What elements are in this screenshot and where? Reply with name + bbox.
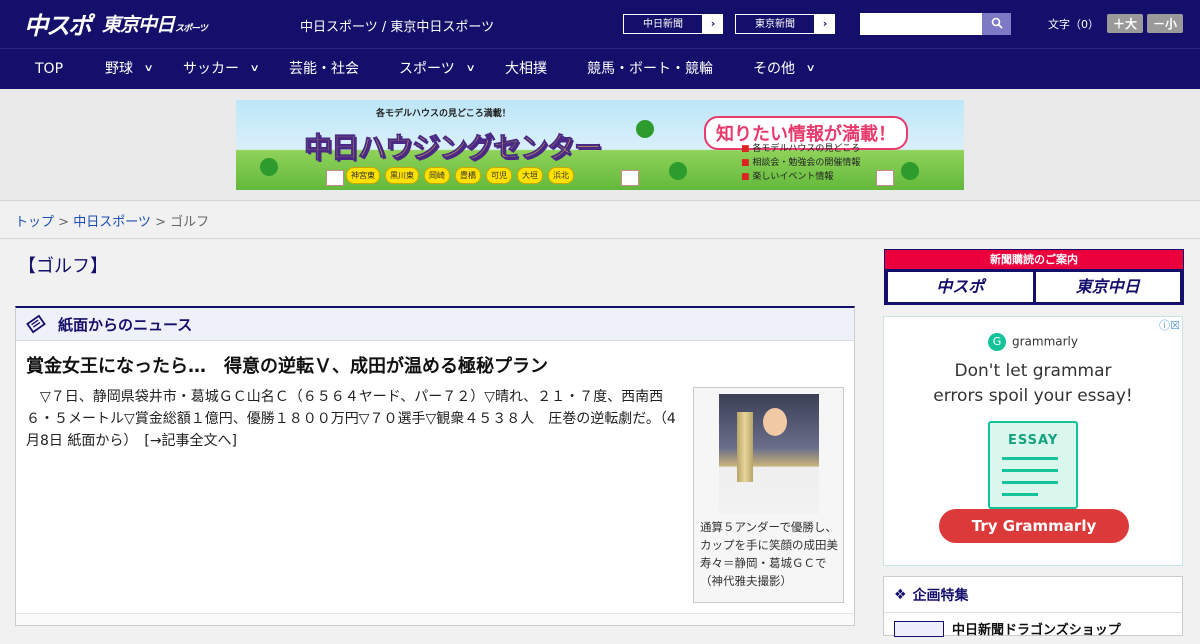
- tokyo-shimbun-link[interactable]: 東京新聞 ›: [734, 13, 836, 35]
- page-title: 【ゴルフ】: [18, 256, 108, 277]
- subscription-box: 新聞購読のご案内 中スポ 東京中日: [884, 249, 1184, 305]
- tree-icon: [260, 158, 278, 176]
- try-grammarly-button[interactable]: Try Grammarly: [939, 509, 1129, 543]
- subscribe-tokyo-chunichi-button[interactable]: 東京中日: [1035, 272, 1180, 302]
- ribbon-icon: ❖: [894, 586, 907, 603]
- house-icon: [326, 170, 344, 186]
- house-icon: [621, 170, 639, 186]
- grammarly-ad[interactable]: ⓘ☒ Ggrammarly Don't let grammar errors s…: [883, 316, 1183, 566]
- breadcrumb-chunichi-sports[interactable]: 中日スポーツ: [73, 215, 151, 230]
- nav-top[interactable]: TOP: [35, 49, 63, 89]
- chevron-down-icon: ∨: [465, 63, 476, 74]
- search-icon: [991, 17, 1003, 29]
- nav-keiba[interactable]: 競馬・ボート・競輪: [587, 49, 713, 89]
- breadcrumb: トップ > 中日スポーツ > ゴルフ: [15, 215, 210, 230]
- feature-title: 企画特集: [912, 587, 969, 604]
- ad-brand: grammarly: [1011, 334, 1078, 349]
- search-box: [860, 13, 1011, 35]
- site-header: 中スポ 東京中日スポーツ 中日スポーツ / 東京中日スポーツ 中日新聞 › 東京…: [0, 0, 1200, 48]
- photo-image: [719, 394, 819, 514]
- trophy-shape: [737, 412, 753, 482]
- font-size-label: 文字（0）: [1048, 17, 1099, 31]
- feature-thumbnail: [894, 620, 944, 637]
- banner-title: 中日ハウジングセンター: [303, 131, 602, 165]
- news-card-header: 紙面からのニュース: [16, 308, 854, 341]
- arrow-right-icon: ›: [703, 14, 723, 34]
- logo-tokyo-chunichi: 東京中日スポーツ: [102, 13, 208, 36]
- chunichi-shimbun-link[interactable]: 中日新聞 ›: [622, 13, 724, 35]
- nav-soccer[interactable]: サッカー ∨: [183, 49, 260, 89]
- header-title: 中日スポーツ / 東京中日スポーツ: [300, 20, 495, 35]
- news-card: 紙面からのニュース 賞金女王になったら… 得意の逆転Ｖ、成田が温める極秘プラン …: [15, 306, 855, 626]
- article-summary: ▽７日、静岡県袋井市・葛城ＧＣ山名Ｃ（６５６４ヤード、パー７２）▽晴れ、２１・７…: [26, 389, 676, 449]
- ad-close-icon[interactable]: ⓘ☒: [1159, 317, 1180, 333]
- breadcrumb-current: ゴルフ: [170, 215, 210, 230]
- newspaper-icon: [26, 314, 46, 334]
- article-headline[interactable]: 賞金女王になったら… 得意の逆転Ｖ、成田が温める極秘プラン: [26, 352, 548, 378]
- banner-list: 各モデルハウスの見どころ 相談会・勉強会の開催情報 楽しいイベント情報: [741, 142, 860, 184]
- banner-tagline: 各モデルハウスの見どころ満載！: [376, 109, 511, 119]
- breadcrumb-top[interactable]: トップ: [15, 215, 54, 230]
- read-more-link[interactable]: [→記事全文へ]: [144, 433, 237, 449]
- subscribe-chuspo-button[interactable]: 中スポ: [888, 272, 1033, 302]
- face-shape: [763, 408, 787, 436]
- grammarly-logo-icon: G: [987, 333, 1006, 351]
- news-card-footer: [16, 613, 854, 625]
- search-input[interactable]: [860, 13, 982, 35]
- arrow-right-icon: ›: [815, 14, 835, 34]
- tree-icon: [901, 162, 919, 180]
- article-photo[interactable]: 通算５アンダーで優勝し、カップを手に笑顔の成田美寿々＝静岡・葛城ＧＣで（神代雅夫…: [693, 387, 844, 603]
- feature-box: ❖ 企画特集 中日新聞ドラゴンズショップ: [883, 576, 1183, 638]
- tree-icon: [669, 162, 687, 180]
- nav-baseball[interactable]: 野球 ∨: [105, 49, 154, 89]
- tree-icon: [636, 120, 654, 138]
- font-size-control: 文字（0） ＋大 －小: [1048, 14, 1184, 33]
- feature-item[interactable]: 中日新聞ドラゴンズショップ: [884, 613, 1182, 644]
- nav-entertainment[interactable]: 芸能・社会: [289, 49, 359, 89]
- site-logo[interactable]: 中スポ 東京中日スポーツ: [24, 8, 208, 40]
- main-nav: TOP 野球 ∨ サッカー ∨ 芸能・社会 スポーツ ∨ 大相撲 競馬・ボート・競輪 …: [0, 48, 1200, 89]
- ad-line-1: Don't let grammar: [954, 361, 1112, 381]
- search-button[interactable]: [982, 13, 1011, 35]
- chevron-down-icon: ∨: [805, 63, 816, 74]
- nav-sports[interactable]: スポーツ ∨: [399, 49, 476, 89]
- divider: [0, 238, 1200, 239]
- news-card-title: 紙面からのニュース: [58, 315, 193, 334]
- photo-caption: 通算５アンダーで優勝し、カップを手に笑顔の成田美寿々＝静岡・葛城ＧＣで（神代雅夫…: [700, 520, 838, 588]
- banner-area: 各モデルハウスの見どころ満載！ 中日ハウジングセンター 知りたい情報が満載！ 各…: [0, 89, 1200, 201]
- font-bigger-button[interactable]: ＋大: [1107, 14, 1144, 33]
- ad-line-2: errors spoil your essay!: [933, 386, 1133, 406]
- font-smaller-button[interactable]: －小: [1147, 14, 1184, 33]
- essay-icon: ESSAY: [988, 421, 1078, 509]
- feature-item-label: 中日新聞ドラゴンズショップ: [952, 623, 1121, 638]
- logo-chuspo: 中スポ: [24, 11, 92, 40]
- nav-other[interactable]: その他 ∨: [753, 49, 816, 89]
- nav-sumo[interactable]: 大相撲: [505, 49, 547, 89]
- chevron-down-icon: ∨: [143, 63, 154, 74]
- house-icon: [876, 170, 894, 186]
- banner-cities: 神宮東 黒川東 岡崎 豊橋 可児 大垣 浜北: [346, 167, 574, 184]
- housing-center-banner[interactable]: 各モデルハウスの見どころ満載！ 中日ハウジングセンター 知りたい情報が満載！ 各…: [236, 100, 964, 190]
- subscription-title: 新聞購読のご案内: [885, 250, 1183, 269]
- chevron-down-icon: ∨: [249, 63, 260, 74]
